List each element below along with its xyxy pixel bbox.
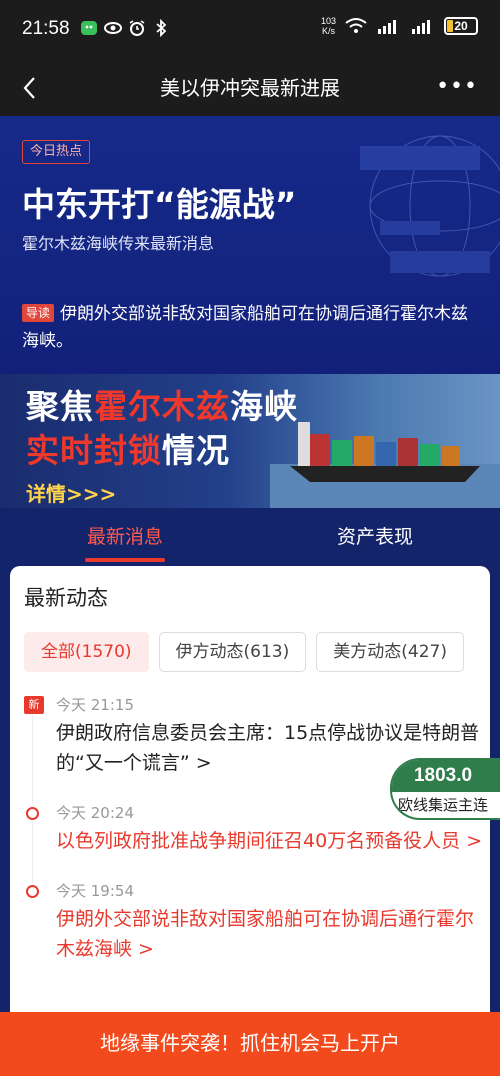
banner-line1-b: 霍尔木兹 — [94, 387, 230, 426]
item-text: 以色列政府批准战争期间征召40万名预备役人员 > — [56, 826, 484, 856]
banner-line2-a: 实时封锁 — [26, 431, 162, 470]
item-time: 今天 19:54 — [56, 882, 134, 900]
battery-level: 20 — [454, 19, 468, 33]
status-right: 103 K/s 20 — [321, 16, 478, 36]
banner-line1: 聚焦霍尔木兹海峡 — [26, 380, 298, 428]
lead-tag: 导读 — [22, 304, 55, 322]
battery-icon: 20 — [444, 17, 478, 35]
strait-blockade-banner[interactable]: 聚焦霍尔木兹海峡 实时封锁情况 详情>>> — [0, 374, 500, 508]
network-speed-unit: K/s — [321, 26, 335, 36]
timeline-line — [32, 822, 33, 886]
signal-icon — [378, 20, 396, 34]
cargo-ship-image — [270, 422, 500, 508]
banner-line2-b: 情况 — [162, 431, 230, 470]
alarm-icon — [129, 20, 145, 36]
timeline-dot-icon — [26, 885, 39, 898]
timeline: 新 今天 21:15 伊朗政府信息委员会主席：15点停战协议是特朗普的“又一个谎… — [24, 694, 484, 988]
filter-chips: 全部(1570) 伊方动态(613) 美方动态(427) — [24, 632, 464, 672]
hero-lead: 导读 伊朗外交部说非敌对国家船舶可在协调后通行霍尔木兹海峡。 — [22, 301, 480, 355]
hot-today-badge: 今日热点 — [22, 140, 91, 164]
network-speed: 103 K/s — [321, 16, 336, 36]
hero-title: 中东开打“能源战” — [22, 185, 297, 224]
banner-line1-a: 聚焦 — [26, 387, 94, 426]
timeline-line — [32, 714, 33, 808]
banner-details-link[interactable]: 详情>>> — [26, 478, 116, 507]
item-headline: 伊朗外交部说非敌对国家船舶可在协调后通行霍尔木兹海峡 — [56, 908, 475, 960]
more-menu-button[interactable]: ••• — [436, 74, 478, 99]
eye-icon — [104, 22, 122, 34]
nav-bar: 美以伊冲突最新进展 ••• — [0, 60, 500, 116]
status-time: 21:58 — [22, 18, 70, 39]
open-account-button[interactable]: 地缘事件突袭！抓住机会马上开户 — [0, 1012, 500, 1076]
banner-line2: 实时封锁情况 — [26, 424, 230, 472]
signal-icon — [412, 20, 430, 34]
item-headline: 以色列政府批准战争期间征召40万名预备役人员 — [56, 830, 461, 852]
new-badge: 新 — [24, 696, 44, 714]
item-arrow: > — [189, 752, 212, 774]
filter-us[interactable]: 美方动态(427) — [316, 632, 464, 672]
card-title: 最新动态 — [24, 586, 108, 610]
item-time: 今天 21:15 — [56, 696, 134, 714]
status-bar: 21:58 103 K/s 20 — [0, 0, 500, 60]
filter-all[interactable]: 全部(1570) — [24, 632, 149, 672]
tab-asset-performance[interactable]: 资产表现 — [250, 508, 500, 566]
item-arrow: > — [460, 830, 483, 852]
network-speed-value: 103 — [320, 16, 336, 26]
item-arrow: > — [132, 938, 154, 960]
bluetooth-icon — [156, 19, 167, 37]
filter-iran[interactable]: 伊方动态(613) — [158, 632, 307, 672]
timeline-dot-icon — [26, 807, 39, 820]
wechat-icon — [81, 21, 97, 35]
lead-text: 伊朗外交部说非敌对国家船舶可在协调后通行霍尔木兹海峡。 — [22, 304, 469, 351]
wifi-icon — [345, 18, 367, 33]
item-text: 伊朗外交部说非敌对国家船舶可在协调后通行霍尔木兹海峡 > — [56, 904, 484, 964]
hero-subtitle: 霍尔木兹海峡传来最新消息 — [22, 234, 215, 253]
ticker-value: 1803.0 — [392, 760, 500, 792]
tab-latest-news[interactable]: 最新消息 — [0, 508, 250, 566]
news-globe-decoration — [360, 135, 500, 277]
status-icons — [80, 19, 170, 37]
battery-fill — [447, 20, 453, 32]
price-ticker-widget[interactable]: 1803.0 欧线集运主连 — [390, 758, 500, 820]
hero-section: 今日热点 中东开打“能源战” 霍尔木兹海峡传来最新消息 导读 伊朗外交部说非敌对国… — [0, 116, 500, 374]
list-item[interactable]: 今天 19:54 伊朗外交部说非敌对国家船舶可在协调后通行霍尔木兹海峡 > — [24, 880, 484, 964]
content-tabs: 最新消息 资产表现 — [0, 508, 500, 566]
page-title: 美以伊冲突最新进展 — [160, 76, 340, 100]
ticker-name: 欧线集运主连 — [398, 796, 489, 814]
banner-line1-c: 海峡 — [230, 387, 298, 426]
